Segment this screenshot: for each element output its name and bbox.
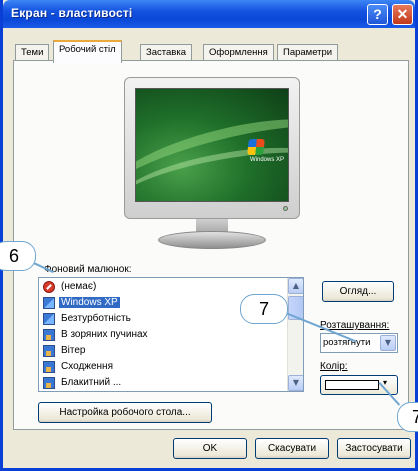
cancel-button[interactable]: Скасувати: [255, 438, 329, 459]
display-properties-window: Екран - властивості ? ✕ Теми Робочий сті…: [0, 0, 418, 471]
picture-icon: [43, 329, 55, 341]
list-item[interactable]: Вітер: [41, 344, 285, 360]
list-item-label: Сходження: [61, 361, 113, 372]
monitor-stand: [158, 231, 266, 249]
no-entry-icon: [43, 281, 55, 293]
position-select[interactable]: розтягнути ▼: [320, 333, 398, 353]
list-item[interactable]: Сходження: [41, 360, 285, 376]
callout-7b: 7: [397, 402, 418, 432]
picture-icon: [43, 377, 55, 389]
picture-icon: [43, 345, 55, 357]
list-item-label: Вітер: [61, 345, 86, 356]
ok-button[interactable]: OK: [173, 438, 247, 459]
desktop-tab-panel: Windows XP Фоновий малюнок: (немає) Wind…: [13, 60, 409, 430]
windows-logo-text: Windows XP: [250, 157, 285, 163]
close-button[interactable]: ✕: [392, 4, 413, 25]
picture-icon: [43, 361, 55, 373]
list-item[interactable]: Блакитний ...: [41, 376, 285, 391]
apply-button[interactable]: Застосувати: [337, 438, 411, 459]
list-item-label: Безтурботність: [61, 313, 131, 324]
listbox-scrollbar[interactable]: ▲ ▼: [287, 278, 303, 391]
scroll-up-icon[interactable]: ▲: [288, 278, 303, 294]
image-icon: [43, 313, 55, 325]
monitor-preview: Windows XP: [124, 77, 300, 255]
color-swatch: [325, 380, 379, 390]
customize-desktop-button[interactable]: Настройка робочого стола...: [38, 402, 212, 423]
windows-logo-icon: [247, 139, 265, 155]
background-label: Фоновий малюнок:: [44, 264, 132, 275]
chevron-down-icon[interactable]: ▼: [380, 335, 396, 351]
list-item[interactable]: (немає): [41, 280, 285, 296]
list-item-label: (немає): [61, 281, 97, 292]
tab-desktop[interactable]: Робочий стіл: [53, 40, 122, 63]
power-led-icon: [283, 206, 288, 211]
callout-7: 7: [240, 294, 288, 324]
list-item-label: Блакитний ...: [61, 377, 122, 388]
list-item-label: Windows XP: [59, 297, 120, 308]
scroll-down-icon[interactable]: ▼: [288, 375, 303, 391]
wallpaper-preview: Windows XP: [135, 88, 289, 202]
list-item-label: В зоряних пучинах: [61, 329, 148, 340]
monitor-bezel: Windows XP: [124, 77, 300, 219]
position-value: розтягнути: [323, 337, 371, 348]
color-label: Колір:: [320, 361, 348, 372]
browse-button[interactable]: Огляд...: [322, 281, 394, 302]
title-bar[interactable]: Екран - властивості ? ✕: [3, 0, 415, 28]
callout-6: 6: [0, 241, 36, 271]
image-icon: [43, 297, 55, 309]
window-title: Екран - властивості: [11, 6, 133, 20]
help-button[interactable]: ?: [367, 4, 388, 25]
list-item[interactable]: В зоряних пучинах: [41, 328, 285, 344]
